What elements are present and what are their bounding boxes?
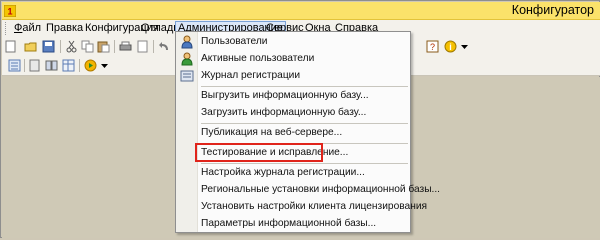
svg-text:?: ? — [430, 42, 435, 52]
active-users-icon — [181, 52, 193, 66]
toolbar-separator — [60, 40, 61, 53]
svg-text:1: 1 — [7, 7, 12, 17]
menu-separator — [201, 123, 408, 124]
window-title: Конфигуратор — [511, 3, 594, 17]
toolbar-separator — [24, 59, 25, 72]
menu-item-infobase-parameters[interactable]: Параметры информационной базы... — [201, 216, 376, 232]
run-debug-icon[interactable] — [84, 59, 97, 72]
copy-icon[interactable] — [81, 40, 94, 53]
menu-item-active-users[interactable]: Активные пользователи — [201, 51, 314, 67]
db-config-icon[interactable] — [28, 59, 41, 72]
toolbar-separator — [114, 40, 115, 53]
chevron-down-icon[interactable] — [458, 40, 471, 53]
compare-icon[interactable] — [45, 59, 58, 72]
menu-item-event-log[interactable]: Журнал регистрации — [201, 68, 300, 84]
menu-item-regional-settings[interactable]: Региональные установки информационной ба… — [201, 182, 440, 198]
menu-item-license-client-settings[interactable]: Установить настройки клиента лицензирова… — [201, 199, 427, 215]
log-icon — [180, 70, 194, 82]
cut-icon[interactable] — [65, 40, 78, 53]
save-icon[interactable] — [42, 40, 55, 53]
menu-item-users[interactable]: Пользователи — [201, 34, 268, 50]
preview-icon[interactable] — [136, 40, 149, 53]
paste-icon[interactable] — [97, 40, 110, 53]
chevron-down-icon[interactable] — [98, 59, 111, 72]
menu-item-web-publish[interactable]: Публикация на веб-сервере... — [201, 125, 342, 141]
menu-item-load-infobase[interactable]: Загрузить информационную базу... — [201, 105, 366, 121]
info-icon[interactable]: i — [444, 40, 457, 53]
print-icon[interactable] — [119, 40, 132, 53]
menu-item-dump-infobase[interactable]: Выгрузить информационную базу... — [201, 88, 369, 104]
undo-icon[interactable] — [158, 40, 171, 53]
menu-item-log-settings[interactable]: Настройка журнала регистрации... — [201, 165, 365, 181]
menu-file[interactable]: Файл — [12, 21, 43, 36]
table-icon[interactable] — [62, 59, 75, 72]
syntax-assistant-icon[interactable]: ? — [426, 40, 439, 53]
highlight-annotation — [195, 143, 323, 162]
open-folder-icon[interactable] — [24, 40, 37, 53]
application-window: 1 Конфигуратор Файл Правка Конфигурация … — [0, 0, 600, 238]
menubar-grip[interactable] — [5, 22, 8, 35]
config-tree-icon[interactable] — [8, 59, 21, 72]
toolbar-separator — [153, 40, 154, 53]
menu-separator — [201, 86, 408, 87]
administration-dropdown-menu: Пользователи Активные пользователи Журна… — [175, 31, 440, 233]
user-icon — [181, 35, 193, 49]
toolbar-separator — [79, 59, 80, 72]
svg-text:i: i — [449, 42, 452, 52]
title-bar: 1 Конфигуратор — [2, 2, 600, 20]
menu-separator — [201, 163, 408, 164]
new-document-icon[interactable] — [4, 40, 17, 53]
menu-edit[interactable]: Правка — [44, 21, 85, 36]
app-logo-icon: 1 — [4, 5, 16, 17]
